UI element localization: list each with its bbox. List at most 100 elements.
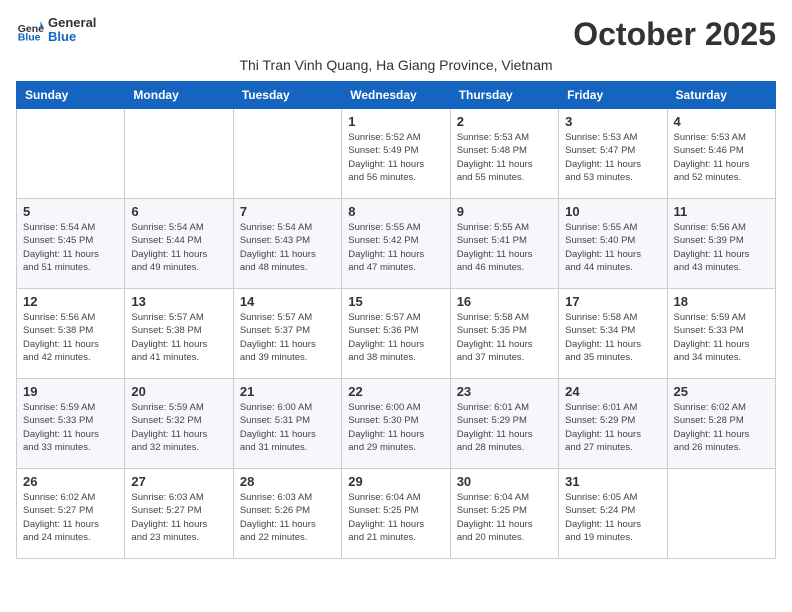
- day-info: Sunrise: 5:56 AM Sunset: 5:39 PM Dayligh…: [674, 221, 769, 274]
- day-number: 30: [457, 474, 552, 489]
- day-info: Sunrise: 5:59 AM Sunset: 5:33 PM Dayligh…: [23, 401, 118, 454]
- day-info: Sunrise: 6:04 AM Sunset: 5:25 PM Dayligh…: [348, 491, 443, 544]
- calendar-cell: [125, 109, 233, 199]
- day-number: 13: [131, 294, 226, 309]
- day-number: 5: [23, 204, 118, 219]
- calendar-cell: 11 Sunrise: 5:56 AM Sunset: 5:39 PM Dayli…: [667, 199, 775, 289]
- logo-general-text: General: [48, 16, 96, 30]
- day-info: Sunrise: 5:57 AM Sunset: 5:36 PM Dayligh…: [348, 311, 443, 364]
- day-info: Sunrise: 6:04 AM Sunset: 5:25 PM Dayligh…: [457, 491, 552, 544]
- calendar-cell: 20 Sunrise: 5:59 AM Sunset: 5:32 PM Dayli…: [125, 379, 233, 469]
- calendar-week-1: 1 Sunrise: 5:52 AM Sunset: 5:49 PM Daylig…: [17, 109, 776, 199]
- calendar-cell: [667, 469, 775, 559]
- day-info: Sunrise: 5:58 AM Sunset: 5:35 PM Dayligh…: [457, 311, 552, 364]
- column-header-monday: Monday: [125, 82, 233, 109]
- calendar-cell: 19 Sunrise: 5:59 AM Sunset: 5:33 PM Dayli…: [17, 379, 125, 469]
- month-title: October 2025: [573, 16, 776, 53]
- day-number: 23: [457, 384, 552, 399]
- calendar-cell: 9 Sunrise: 5:55 AM Sunset: 5:41 PM Daylig…: [450, 199, 558, 289]
- day-info: Sunrise: 5:58 AM Sunset: 5:34 PM Dayligh…: [565, 311, 660, 364]
- day-number: 11: [674, 204, 769, 219]
- day-info: Sunrise: 5:56 AM Sunset: 5:38 PM Dayligh…: [23, 311, 118, 364]
- day-number: 27: [131, 474, 226, 489]
- logo: General Blue General Blue: [16, 16, 96, 45]
- day-number: 6: [131, 204, 226, 219]
- svg-text:Blue: Blue: [18, 32, 41, 44]
- calendar-cell: 23 Sunrise: 6:01 AM Sunset: 5:29 PM Dayli…: [450, 379, 558, 469]
- day-number: 17: [565, 294, 660, 309]
- day-info: Sunrise: 6:05 AM Sunset: 5:24 PM Dayligh…: [565, 491, 660, 544]
- day-info: Sunrise: 6:00 AM Sunset: 5:30 PM Dayligh…: [348, 401, 443, 454]
- calendar-cell: 31 Sunrise: 6:05 AM Sunset: 5:24 PM Dayli…: [559, 469, 667, 559]
- day-number: 21: [240, 384, 335, 399]
- day-number: 28: [240, 474, 335, 489]
- calendar-cell: 27 Sunrise: 6:03 AM Sunset: 5:27 PM Dayli…: [125, 469, 233, 559]
- calendar-week-3: 12 Sunrise: 5:56 AM Sunset: 5:38 PM Dayli…: [17, 289, 776, 379]
- page-header: General Blue General Blue October 2025: [16, 16, 776, 53]
- day-info: Sunrise: 6:01 AM Sunset: 5:29 PM Dayligh…: [457, 401, 552, 454]
- calendar-cell: 8Sunrise: 5:55 AM Sunset: 5:42 PM Daylig…: [342, 199, 450, 289]
- location-subtitle: Thi Tran Vinh Quang, Ha Giang Province, …: [16, 57, 776, 73]
- calendar-cell: 2Sunrise: 5:53 AM Sunset: 5:48 PM Daylig…: [450, 109, 558, 199]
- day-info: Sunrise: 5:53 AM Sunset: 5:46 PM Dayligh…: [674, 131, 769, 184]
- day-info: Sunrise: 6:01 AM Sunset: 5:29 PM Dayligh…: [565, 401, 660, 454]
- day-number: 15: [348, 294, 443, 309]
- day-info: Sunrise: 5:54 AM Sunset: 5:43 PM Dayligh…: [240, 221, 335, 274]
- day-info: Sunrise: 6:00 AM Sunset: 5:31 PM Dayligh…: [240, 401, 335, 454]
- calendar-cell: 16Sunrise: 5:58 AM Sunset: 5:35 PM Dayli…: [450, 289, 558, 379]
- day-number: 1: [348, 114, 443, 129]
- calendar-cell: 18Sunrise: 5:59 AM Sunset: 5:33 PM Dayli…: [667, 289, 775, 379]
- day-number: 24: [565, 384, 660, 399]
- calendar-header-row: SundayMondayTuesdayWednesdayThursdayFrid…: [17, 82, 776, 109]
- calendar-cell: 10Sunrise: 5:55 AM Sunset: 5:40 PM Dayli…: [559, 199, 667, 289]
- calendar-cell: 15 Sunrise: 5:57 AM Sunset: 5:36 PM Dayli…: [342, 289, 450, 379]
- calendar-cell: [233, 109, 341, 199]
- calendar-cell: 4Sunrise: 5:53 AM Sunset: 5:46 PM Daylig…: [667, 109, 775, 199]
- day-info: Sunrise: 5:57 AM Sunset: 5:37 PM Dayligh…: [240, 311, 335, 364]
- column-header-friday: Friday: [559, 82, 667, 109]
- day-info: Sunrise: 5:53 AM Sunset: 5:47 PM Dayligh…: [565, 131, 660, 184]
- day-info: Sunrise: 5:54 AM Sunset: 5:44 PM Dayligh…: [131, 221, 226, 274]
- calendar-cell: 13 Sunrise: 5:57 AM Sunset: 5:38 PM Dayli…: [125, 289, 233, 379]
- day-info: Sunrise: 5:55 AM Sunset: 5:42 PM Dayligh…: [348, 221, 443, 274]
- day-number: 12: [23, 294, 118, 309]
- day-number: 20: [131, 384, 226, 399]
- calendar-cell: 1 Sunrise: 5:52 AM Sunset: 5:49 PM Daylig…: [342, 109, 450, 199]
- day-number: 29: [348, 474, 443, 489]
- calendar-cell: 25 Sunrise: 6:02 AM Sunset: 5:28 PM Dayli…: [667, 379, 775, 469]
- day-number: 25: [674, 384, 769, 399]
- calendar-cell: 28 Sunrise: 6:03 AM Sunset: 5:26 PM Dayli…: [233, 469, 341, 559]
- calendar-cell: 14Sunrise: 5:57 AM Sunset: 5:37 PM Dayli…: [233, 289, 341, 379]
- calendar-table: SundayMondayTuesdayWednesdayThursdayFrid…: [16, 81, 776, 559]
- calendar-cell: 12 Sunrise: 5:56 AM Sunset: 5:38 PM Dayli…: [17, 289, 125, 379]
- day-number: 19: [23, 384, 118, 399]
- calendar-week-4: 19 Sunrise: 5:59 AM Sunset: 5:33 PM Dayli…: [17, 379, 776, 469]
- column-header-saturday: Saturday: [667, 82, 775, 109]
- day-number: 18: [674, 294, 769, 309]
- day-info: Sunrise: 5:57 AM Sunset: 5:38 PM Dayligh…: [131, 311, 226, 364]
- calendar-cell: 6 Sunrise: 5:54 AM Sunset: 5:44 PM Daylig…: [125, 199, 233, 289]
- column-header-tuesday: Tuesday: [233, 82, 341, 109]
- calendar-cell: 21 Sunrise: 6:00 AM Sunset: 5:31 PM Dayli…: [233, 379, 341, 469]
- day-info: Sunrise: 6:02 AM Sunset: 5:27 PM Dayligh…: [23, 491, 118, 544]
- day-info: Sunrise: 5:55 AM Sunset: 5:41 PM Dayligh…: [457, 221, 552, 274]
- day-info: Sunrise: 5:53 AM Sunset: 5:48 PM Dayligh…: [457, 131, 552, 184]
- day-info: Sunrise: 6:03 AM Sunset: 5:26 PM Dayligh…: [240, 491, 335, 544]
- day-number: 31: [565, 474, 660, 489]
- day-info: Sunrise: 5:59 AM Sunset: 5:32 PM Dayligh…: [131, 401, 226, 454]
- logo-blue-text: Blue: [48, 30, 96, 44]
- day-info: Sunrise: 5:54 AM Sunset: 5:45 PM Dayligh…: [23, 221, 118, 274]
- calendar-cell: 7 Sunrise: 5:54 AM Sunset: 5:43 PM Daylig…: [233, 199, 341, 289]
- day-number: 7: [240, 204, 335, 219]
- calendar-cell: 17 Sunrise: 5:58 AM Sunset: 5:34 PM Dayli…: [559, 289, 667, 379]
- day-info: Sunrise: 6:02 AM Sunset: 5:28 PM Dayligh…: [674, 401, 769, 454]
- calendar-cell: 26Sunrise: 6:02 AM Sunset: 5:27 PM Dayli…: [17, 469, 125, 559]
- day-number: 10: [565, 204, 660, 219]
- column-header-sunday: Sunday: [17, 82, 125, 109]
- day-info: Sunrise: 5:52 AM Sunset: 5:49 PM Dayligh…: [348, 131, 443, 184]
- calendar-cell: 24 Sunrise: 6:01 AM Sunset: 5:29 PM Dayli…: [559, 379, 667, 469]
- calendar-cell: 22Sunrise: 6:00 AM Sunset: 5:30 PM Dayli…: [342, 379, 450, 469]
- day-info: Sunrise: 6:03 AM Sunset: 5:27 PM Dayligh…: [131, 491, 226, 544]
- day-number: 9: [457, 204, 552, 219]
- calendar-cell: 5 Sunrise: 5:54 AM Sunset: 5:45 PM Daylig…: [17, 199, 125, 289]
